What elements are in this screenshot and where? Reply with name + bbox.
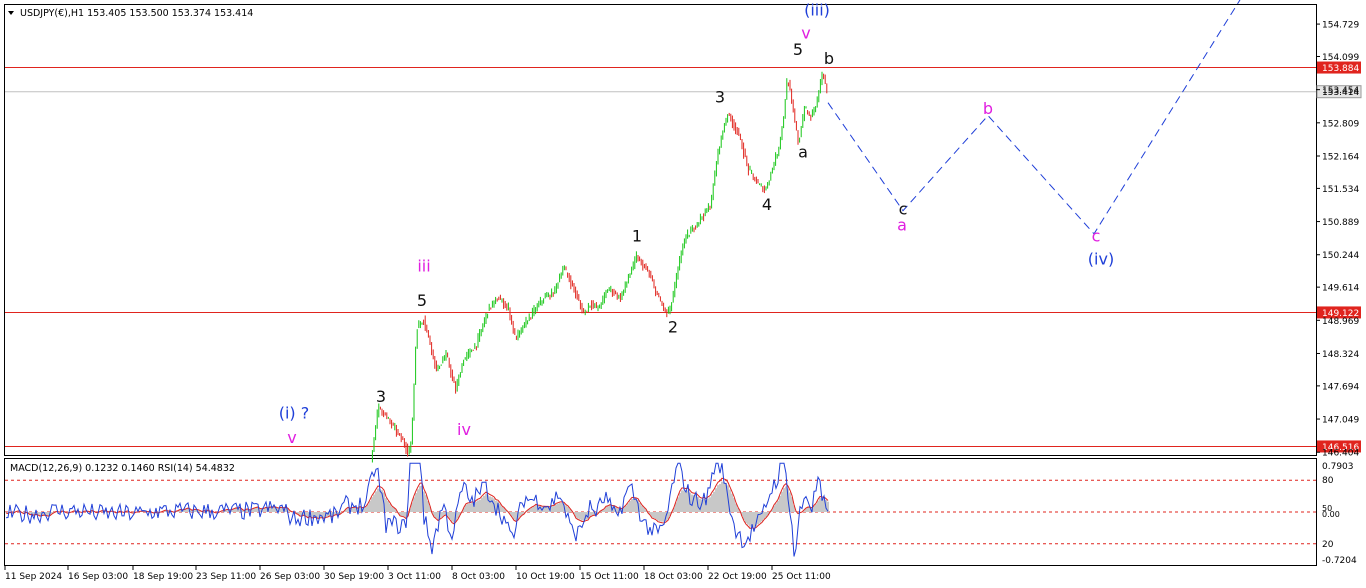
wave-label: 3 [715, 88, 725, 107]
wave-label: b [824, 49, 834, 68]
indicator-info: MACD(12,26,9) 0.1232 0.1460 RSI(14) 54.4… [10, 463, 235, 474]
wave-label: (i) ? [279, 403, 310, 422]
time-tick-label: 3 Oct 11:00 [388, 572, 441, 582]
time-tick-label: 10 Oct 19:00 [516, 572, 575, 582]
time-tick-label: 30 Sep 19:00 [324, 572, 384, 582]
time-tick-label: 16 Sep 03:00 [68, 572, 128, 582]
price-tick-label: 146.404 [1322, 449, 1359, 459]
price-axis: 154.729 154.099 153.454 152.809 152.164 151.5… [1316, 21, 1359, 459]
price-tick-label: 149.614 [1322, 284, 1359, 294]
wave-label: iii [417, 256, 430, 275]
price-tick-label: 147.694 [1322, 382, 1359, 392]
wave-label: v [287, 428, 296, 447]
wave-label: 5 [793, 40, 803, 59]
symbol-info: USDJPY(€),H1 153.405 153.500 153.374 153… [20, 8, 253, 19]
indicator-tick-label: -0.7204 [1322, 556, 1357, 566]
indicator-tick-label: 80 [1322, 476, 1334, 486]
wave-label: 5 [417, 291, 427, 310]
price-panel [4, 4, 1317, 456]
indicator-tick-label: 20 [1322, 540, 1334, 550]
time-tick-label: 8 Oct 03:00 [452, 572, 505, 582]
wave-label: c [1092, 227, 1101, 246]
price-tick-label: 154.099 [1322, 53, 1359, 63]
time-tick-label: 18 Sep 19:00 [133, 572, 193, 582]
chart-canvas: 153.884149.122146.516153.414 (iii)v5 b3a4… [4, 0, 1362, 582]
time-tick-label: 22 Oct 19:00 [708, 572, 767, 582]
wave-label: a [798, 143, 808, 162]
time-tick-label: 18 Oct 03:00 [644, 572, 703, 582]
price-tick-label: 148.969 [1322, 317, 1359, 327]
price-tick-label: 148.324 [1322, 350, 1359, 360]
time-tick-label: 11 Sep 2024 [5, 572, 62, 582]
price-level-label: 153.884 [1322, 64, 1359, 74]
indicator-tick-label: 0.7903 [1322, 462, 1354, 472]
price-tick-label: 152.809 [1322, 119, 1359, 129]
price-tick-label: 147.049 [1322, 416, 1359, 426]
wave-label: 4 [762, 195, 772, 214]
price-tick-label: 151.534 [1322, 185, 1359, 195]
wave-label: 1 [632, 227, 642, 246]
wave-label: iv [457, 420, 471, 439]
wave-label: (iv) [1088, 250, 1114, 269]
price-tick-label: 150.889 [1322, 218, 1359, 228]
price-tick-label: 150.244 [1322, 251, 1359, 261]
time-tick-label: 15 Oct 11:00 [580, 572, 639, 582]
wave-label: (iii) [804, 0, 830, 19]
time-tick-label: 25 Oct 11:00 [772, 572, 831, 582]
indicator-tick-label: 0.00 [1322, 510, 1340, 519]
price-tick-label: 154.729 [1322, 21, 1359, 31]
wave-label: 2 [668, 318, 678, 337]
indicator-axis: 0.790380500.0020-0.7204 [1322, 462, 1357, 566]
time-axis: 11 Sep 2024 16 Sep 03:00 18 Sep 19:00 23 Se… [4, 566, 831, 582]
price-tick-label: 152.164 [1322, 152, 1359, 162]
wave-label: 3 [376, 387, 386, 406]
wave-label: a [897, 215, 907, 234]
price-tick-label: 153.454 [1322, 86, 1359, 96]
time-tick-label: 26 Sep 03:00 [260, 572, 320, 582]
time-tick-label: 23 Sep 11:00 [196, 572, 256, 582]
wave-label: b [983, 99, 993, 118]
